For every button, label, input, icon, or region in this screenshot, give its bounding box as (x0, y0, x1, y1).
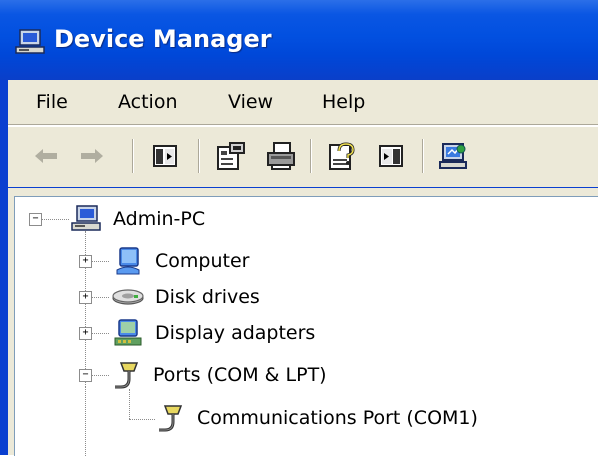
title-bar[interactable]: Device Manager (0, 0, 598, 80)
menu-help[interactable]: Help (322, 91, 365, 113)
display-adapter-icon (114, 319, 142, 346)
computer-icon (71, 205, 101, 231)
properties-button[interactable] (214, 139, 248, 173)
properties-icon (217, 142, 245, 170)
tree-node-label: Admin-PC (113, 208, 206, 230)
toolbar-separator (198, 139, 200, 173)
device-manager-window: Device Manager File Action View Help − A… (0, 0, 598, 456)
menu-bar: File Action View Help (8, 80, 598, 124)
tree-connector (91, 333, 109, 334)
toolbar-separator (422, 139, 424, 173)
scan-hardware-changes-icon (439, 143, 467, 169)
help-button[interactable] (326, 139, 360, 173)
menu-view[interactable]: View (228, 91, 273, 113)
toolbar-separator (132, 139, 134, 173)
tree-connector (129, 419, 155, 420)
tree-node-computer[interactable]: Computer (111, 245, 249, 277)
tree-node-label: Computer (155, 250, 250, 272)
print-icon (267, 142, 295, 170)
port-connector-icon (115, 362, 139, 389)
display-adapters-expand-toggle[interactable]: + (79, 327, 92, 340)
tree-node-label: Ports (COM & LPT) (153, 364, 327, 386)
show-hide-action-pane-button[interactable] (374, 139, 408, 173)
show-hide-console-tree-icon (153, 145, 177, 167)
device-tree[interactable]: − Admin-PC + Computer + Disk drives + Di… (14, 196, 598, 456)
tree-node-label: Display adapters (155, 322, 316, 344)
ports-collapse-toggle[interactable]: − (79, 369, 92, 382)
tree-connector (129, 389, 130, 419)
tree-connector (85, 387, 86, 456)
back-arrow-icon (35, 149, 57, 163)
forward-button[interactable] (74, 139, 108, 173)
show-hide-console-tree-button[interactable] (148, 139, 182, 173)
disk-drives-expand-toggle[interactable]: + (79, 291, 92, 304)
tree-node-admin-pc[interactable]: Admin-PC (69, 203, 205, 235)
tree-connector (91, 297, 109, 298)
root-collapse-toggle[interactable]: − (29, 213, 42, 226)
help-icon (329, 142, 355, 170)
device-manager-icon (15, 29, 45, 54)
toolbar (8, 127, 598, 187)
menu-action[interactable]: Action (118, 91, 178, 113)
tree-node-disk-drives[interactable]: Disk drives (111, 281, 260, 313)
forward-arrow-icon (81, 149, 103, 163)
computer-monitor-icon (116, 247, 140, 275)
scan-hardware-changes-button[interactable] (436, 139, 470, 173)
tree-node-ports[interactable]: Ports (COM & LPT) (111, 359, 327, 391)
disk-drive-icon (112, 289, 144, 305)
back-button[interactable] (30, 139, 64, 173)
computer-expand-toggle[interactable]: + (79, 255, 92, 268)
menu-file[interactable]: File (36, 91, 68, 113)
tree-node-communications-port[interactable]: Communications Port (COM1) (155, 401, 478, 435)
window-title: Device Manager (54, 25, 272, 53)
tree-node-display-adapters[interactable]: Display adapters (111, 317, 315, 349)
tree-connector (91, 375, 109, 376)
tree-node-label: Disk drives (155, 286, 260, 308)
toolbar-separator (310, 139, 312, 173)
tree-connector (91, 261, 109, 262)
tree-node-label: Communications Port (COM1) (197, 407, 478, 429)
print-button[interactable] (264, 139, 298, 173)
tree-connector (41, 219, 69, 220)
port-connector-icon (159, 405, 183, 432)
show-hide-action-pane-icon (379, 145, 403, 167)
